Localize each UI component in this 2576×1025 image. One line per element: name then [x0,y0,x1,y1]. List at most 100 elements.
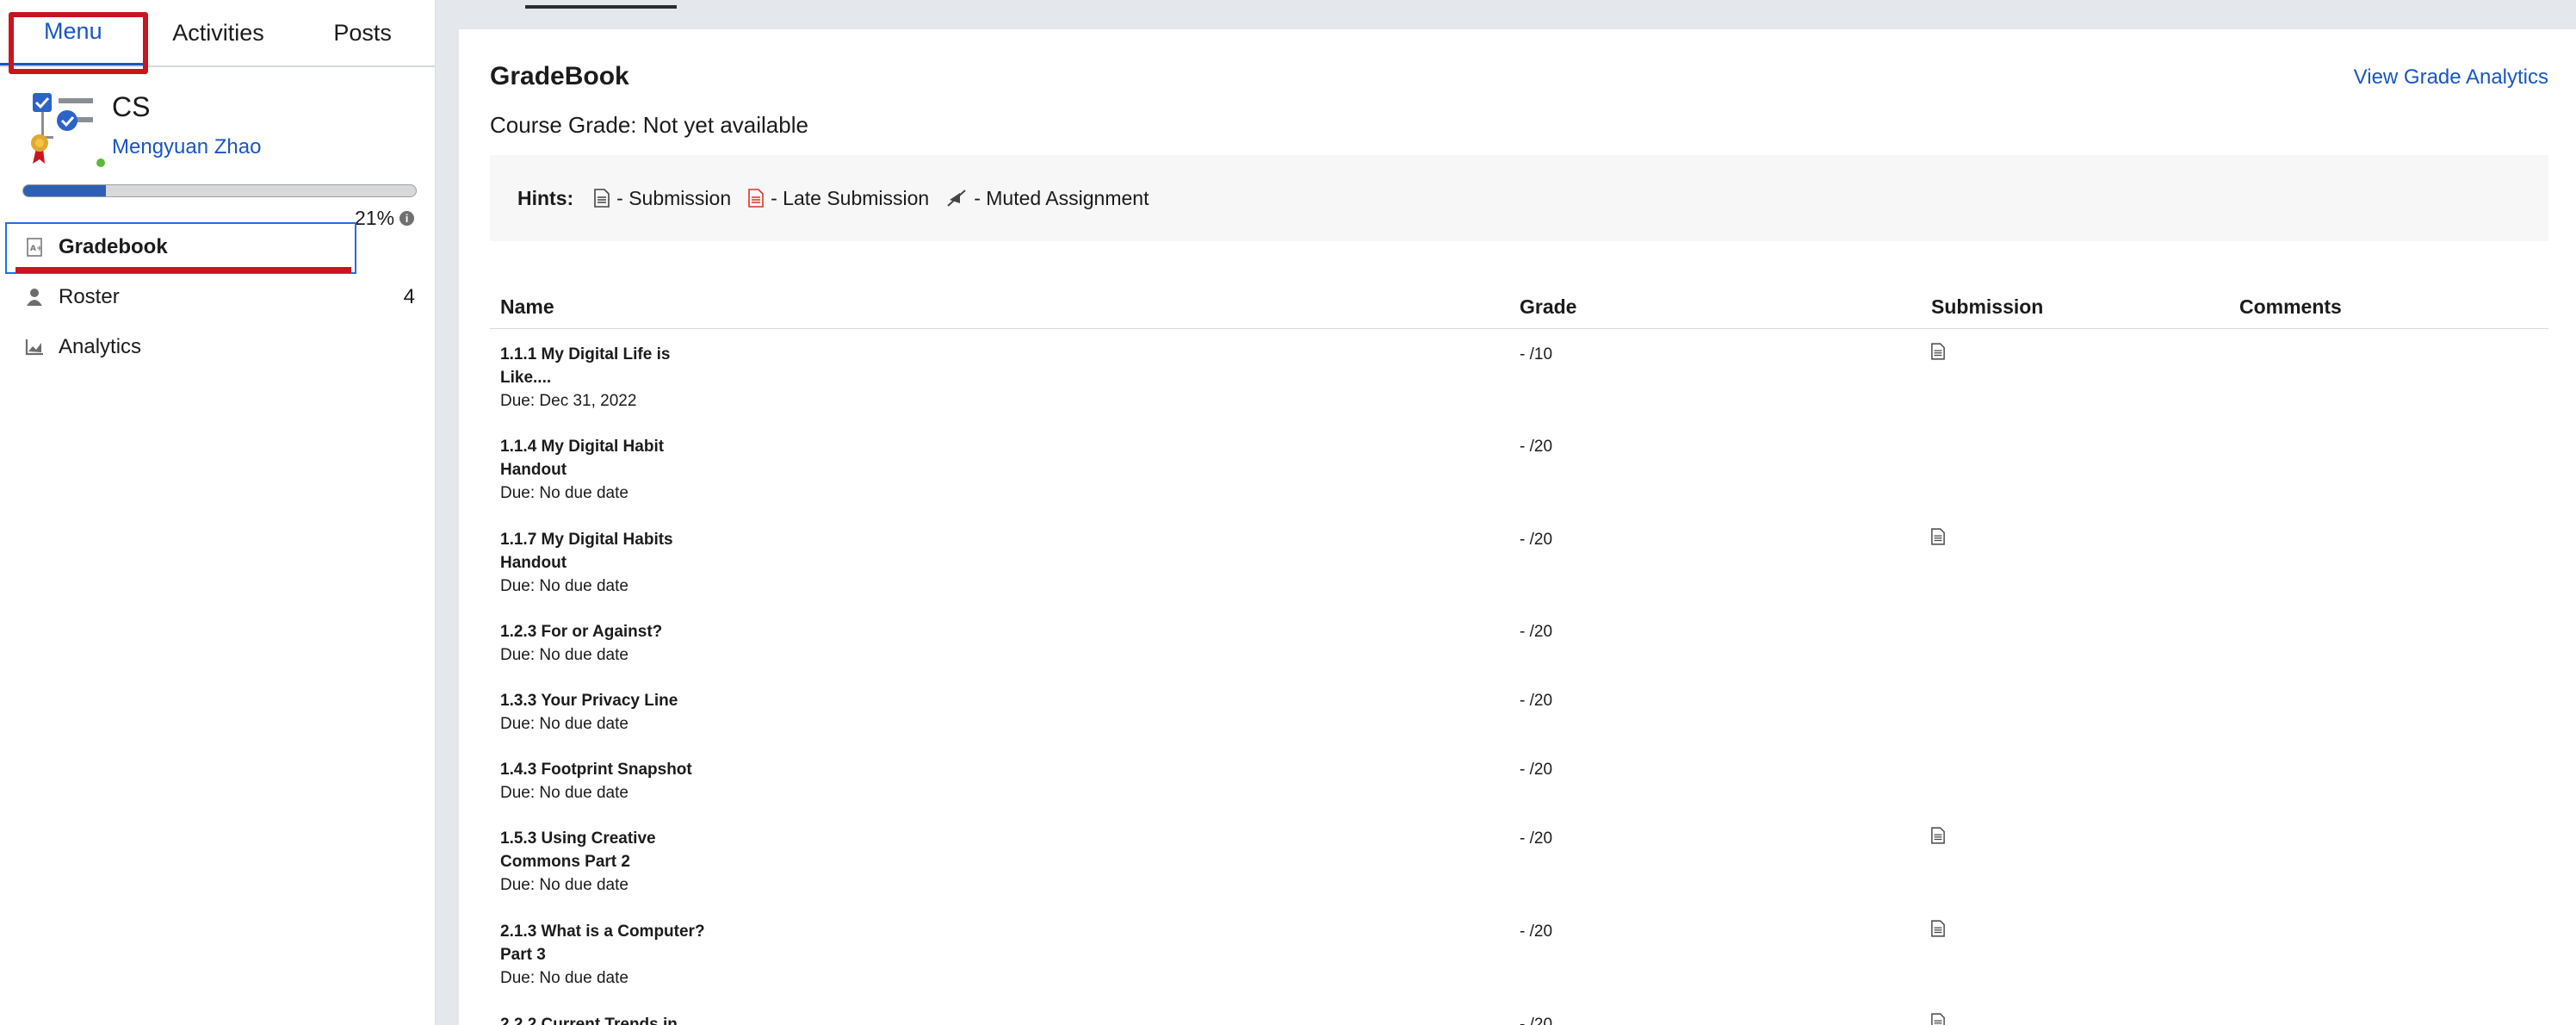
assignment-cell: 1.5.3 Using Creative Commons Part 2 Due: … [490,827,1520,897]
hint-muted: - Muted Assignment [946,187,1149,210]
assignment-title-link[interactable]: 1.3.3 Your Privacy Line [500,689,724,712]
tab-menu[interactable]: Menu [0,0,146,65]
column-submission[interactable]: Submission [1931,295,2239,319]
grade-cell: - /20 [1520,829,1553,848]
course-progress-bar [22,184,417,197]
chart-icon [24,337,45,357]
top-tab-indicator [525,5,677,9]
hint-late: - Late Submission [748,187,929,210]
assignment-title-link[interactable]: 1.2.3 For or Against? [500,620,724,643]
table-row: 1.1.4 My Digital Habit Handout Due: No du… [490,421,2548,514]
grades-table: Name Grade Submission Comments 1.1.1 My … [490,286,2548,1025]
sidebar-item-label: Gradebook [59,235,168,258]
assignment-due: Due: No due date [500,876,629,894]
assignment-due: Due: No due date [500,484,629,502]
column-grade[interactable]: Grade [1520,295,1931,319]
hints-bar: Hints: - Submission - Late Submission - … [490,155,2548,241]
grade-cell: - /20 [1520,1016,1553,1025]
assignment-title-link[interactable]: 2.2.2 Current Trends in [500,1013,724,1025]
column-name[interactable]: Name [490,295,1520,319]
svg-text:A+: A+ [30,245,43,253]
hint-submission-text: - Submission [616,186,732,209]
sidebar-item-analytics[interactable]: Analytics [0,322,436,372]
grade-cell: - /20 [1520,623,1553,641]
sidebar-item-label: Roster [59,285,120,308]
assignment-cell: 2.2.2 Current Trends in [490,1013,1520,1025]
grade-cell: - /20 [1520,531,1553,549]
table-row: 1.5.3 Using Creative Commons Part 2 Due: … [490,813,2548,906]
submission-cell [1931,827,2239,849]
sidebar-item-roster[interactable]: Roster 4 [0,272,436,322]
submission-cell [1931,343,2239,365]
grade-cell: - /20 [1520,692,1553,710]
table-row: 1.1.1 My Digital Life is Like.... Due: De… [490,329,2548,421]
roster-count: 4 [403,285,415,308]
assignment-title-link[interactable]: 1.1.1 My Digital Life is Like.... [500,343,724,389]
table-row: 1.1.7 My Digital Habits Handout Due: No d… [490,514,2548,606]
submission-document-icon[interactable] [1931,528,1945,550]
sidebar: Menu Activities Posts CS Mengyuan Zhao 2… [0,0,436,1025]
assignment-title-link[interactable]: 1.4.3 Footprint Snapshot [500,758,724,781]
sidebar-item-label: Analytics [59,335,142,358]
muted-icon [947,189,966,207]
sidebar-tabs: Menu Activities Posts [0,0,435,74]
assignment-cell: 2.1.3 What is a Computer? Part 3 Due: No … [490,920,1520,990]
submission-cell [1931,1013,2239,1025]
course-progress-fill [23,185,106,196]
person-icon [24,287,45,308]
hint-submission: - Submission [594,187,731,210]
submission-document-icon[interactable] [1931,1013,1945,1025]
table-body: 1.1.1 My Digital Life is Like.... Due: De… [490,329,2548,1025]
assignment-cell: 1.1.1 My Digital Life is Like.... Due: De… [490,343,1520,413]
assignment-title-link[interactable]: 1.1.7 My Digital Habits Handout [500,528,724,575]
gradebook-icon: A+ [24,237,45,258]
grade-cell: - /20 [1520,922,1553,941]
gradebook-panel: GradeBook View Grade Analytics Course Gr… [459,29,2576,1025]
submission-cell [1931,920,2239,942]
assignment-due: Due: No due date [500,646,629,664]
submission-document-icon[interactable] [1931,920,1945,942]
view-grade-analytics-link[interactable]: View Grade Analytics [2354,65,2548,90]
sidebar-item-gradebook[interactable]: A+ Gradebook [0,222,436,274]
column-comments[interactable]: Comments [2239,295,2548,319]
assignment-cell: 1.1.4 My Digital Habit Handout Due: No du… [490,435,1520,505]
assignment-due: Due: Dec 31, 2022 [500,392,637,410]
assignment-title-link[interactable]: 1.1.4 My Digital Habit Handout [500,435,724,481]
assignment-cell: 1.1.7 My Digital Habits Handout Due: No d… [490,528,1520,598]
late-document-icon [748,189,764,208]
submission-cell [1931,528,2239,550]
grade-cell: - /20 [1520,761,1553,779]
course-logo [24,88,107,169]
table-row: 2.2.2 Current Trends in - /20 [490,999,2548,1025]
table-row: 1.2.3 For or Against? Due: No due date - /… [490,606,2548,675]
table-row: 1.3.3 Your Privacy Line Due: No due date -… [490,675,2548,744]
assignment-due: Due: No due date [500,577,629,595]
table-header: Name Grade Submission Comments [490,286,2548,329]
assignment-due: Due: No due date [500,715,629,733]
course-grade: Course Grade: Not yet available [490,112,808,138]
top-tab-strip [436,0,2576,9]
course-name: CS [112,91,151,122]
hints-label: Hints: [517,186,574,209]
tab-posts[interactable]: Posts [290,0,435,65]
assignment-cell: 1.4.3 Footprint Snapshot Due: No due date [490,758,1520,804]
document-icon [594,189,610,208]
tab-activities[interactable]: Activities [146,0,291,65]
assignment-cell: 1.3.3 Your Privacy Line Due: No due date [490,689,1520,736]
page-title: GradeBook [490,62,629,90]
assignment-due: Due: No due date [500,784,629,802]
course-user-link[interactable]: Mengyuan Zhao [112,135,261,159]
submission-document-icon[interactable] [1931,827,1945,849]
course-badge-icon [31,93,93,164]
hint-late-text: - Late Submission [771,186,930,209]
hint-muted-text: - Muted Assignment [974,186,1149,209]
sidebar-nav: A+ Gradebook Roster 4 Analytics [0,222,436,372]
table-row: 1.4.3 Footprint Snapshot Due: No due date… [490,744,2548,813]
submission-document-icon[interactable] [1931,343,1945,365]
grade-cell: - /10 [1520,345,1553,363]
online-status-dot [95,157,107,169]
assignment-due: Due: No due date [500,969,629,987]
table-row: 2.1.3 What is a Computer? Part 3 Due: No … [490,906,2548,999]
assignment-title-link[interactable]: 2.1.3 What is a Computer? Part 3 [500,920,724,966]
assignment-title-link[interactable]: 1.5.3 Using Creative Commons Part 2 [500,827,724,873]
